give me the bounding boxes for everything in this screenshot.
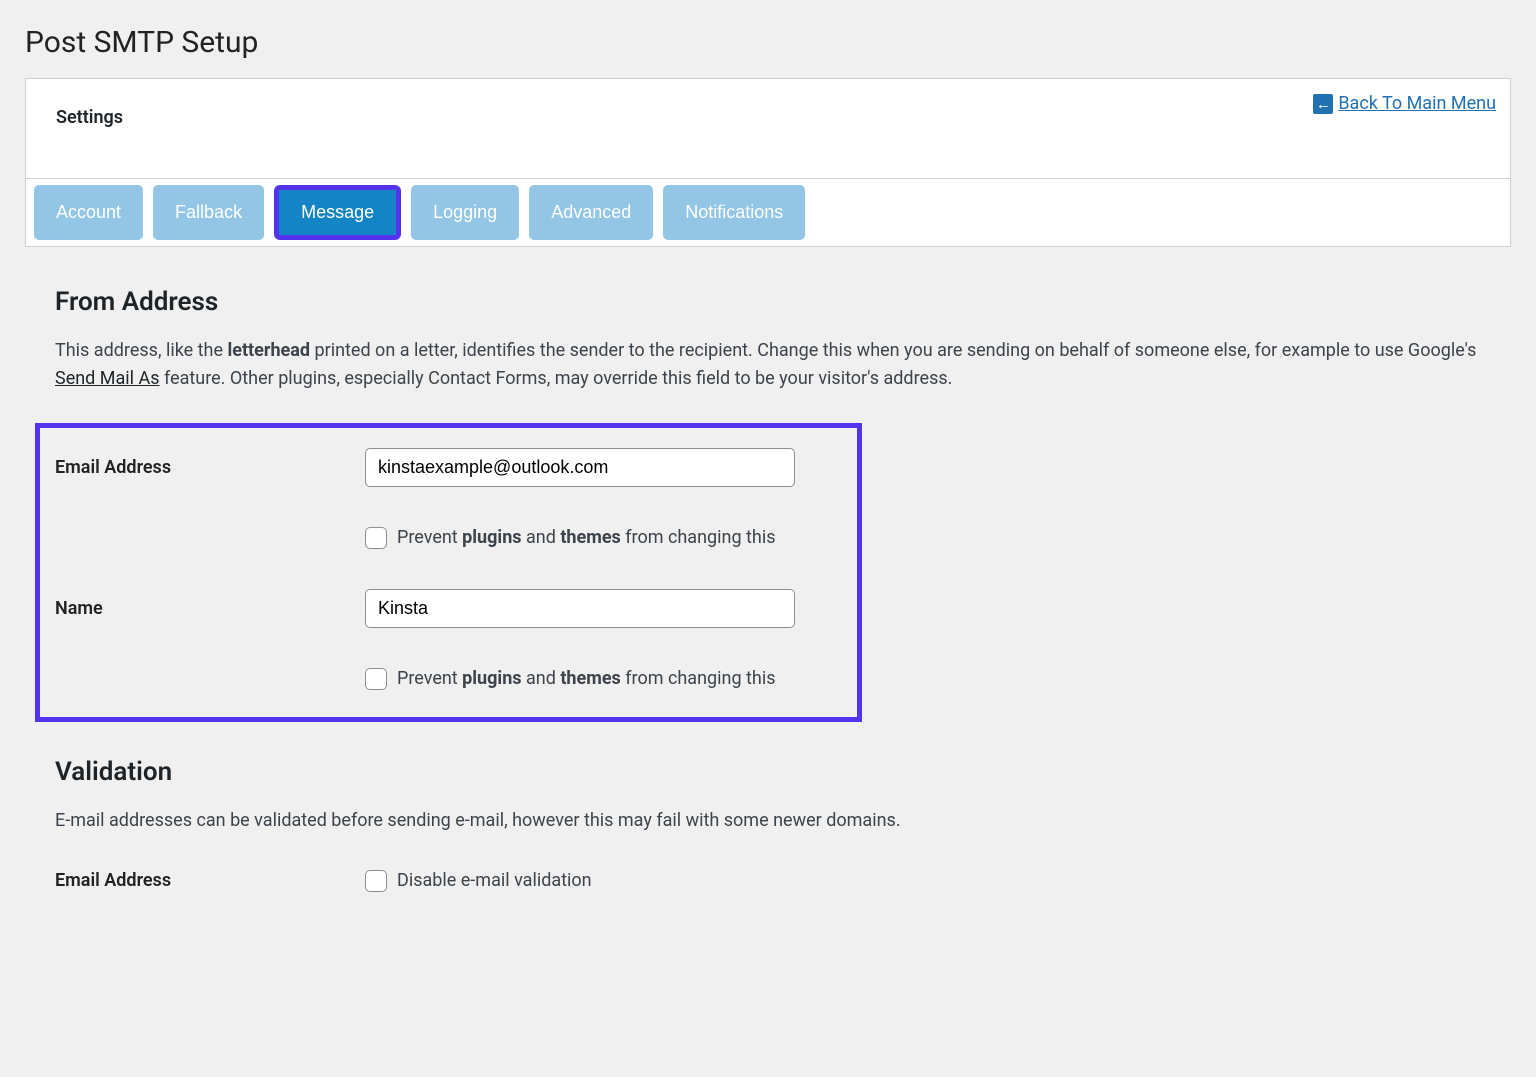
prevent-name-override-checkbox[interactable] <box>365 668 387 690</box>
disable-email-validation-label: Disable e-mail validation <box>397 870 592 891</box>
prevent-bold-themes: themes <box>560 668 620 689</box>
tabs-container: Account Fallback Message Logging Advance… <box>25 179 1511 247</box>
tab-logging[interactable]: Logging <box>411 185 519 240</box>
prevent-text: and <box>522 527 561 548</box>
back-to-main-menu-link[interactable]: ← Back To Main Menu <box>1313 93 1496 114</box>
desc-text: This address, like the <box>55 340 227 361</box>
prevent-name-override-label: Prevent plugins and themes from changing… <box>397 668 776 689</box>
name-label: Name <box>55 598 365 619</box>
name-row: Name <box>55 589 842 628</box>
settings-label: Settings <box>56 107 123 128</box>
prevent-text: Prevent <box>397 668 462 689</box>
disable-email-validation-checkbox[interactable] <box>365 870 387 892</box>
from-address-highlighted-group: Email Address Prevent plugins and themes… <box>35 423 862 722</box>
desc-bold-letterhead: letterhead <box>227 340 310 361</box>
validation-email-label: Email Address <box>55 870 365 891</box>
prevent-bold-plugins: plugins <box>462 527 521 548</box>
content-area: From Address This address, like the lett… <box>0 247 1536 912</box>
desc-text: printed on a letter, identifies the send… <box>310 340 1476 361</box>
prevent-text: Prevent <box>397 527 462 548</box>
tab-account[interactable]: Account <box>34 185 143 240</box>
prevent-email-override-row: Prevent plugins and themes from changing… <box>365 527 842 549</box>
tab-fallback[interactable]: Fallback <box>153 185 264 240</box>
prevent-email-override-checkbox[interactable] <box>365 527 387 549</box>
prevent-bold-plugins: plugins <box>462 668 521 689</box>
prevent-text: from changing this <box>621 668 776 689</box>
page-title: Post SMTP Setup <box>0 0 1536 78</box>
email-address-input[interactable] <box>365 448 795 487</box>
from-address-description: This address, like the letterhead printe… <box>55 337 1481 393</box>
settings-header-panel: ← Back To Main Menu Settings <box>25 78 1511 179</box>
prevent-text: and <box>522 668 561 689</box>
disable-validation-wrap: Disable e-mail validation <box>365 870 592 892</box>
prevent-bold-themes: themes <box>560 527 620 548</box>
tab-notifications[interactable]: Notifications <box>663 185 805 240</box>
send-mail-as-link[interactable]: Send Mail As <box>55 368 160 389</box>
prevent-email-override-label: Prevent plugins and themes from changing… <box>397 527 776 548</box>
validation-section: Validation E-mail addresses can be valid… <box>55 757 1481 892</box>
tab-message[interactable]: Message <box>279 190 396 235</box>
prevent-name-override-row: Prevent plugins and themes from changing… <box>365 668 842 690</box>
back-link-text[interactable]: Back To Main Menu <box>1338 93 1496 114</box>
validation-description: E-mail addresses can be validated before… <box>55 807 1481 835</box>
email-address-label: Email Address <box>55 457 365 478</box>
tab-message-highlight: Message <box>274 185 401 240</box>
back-arrow-icon: ← <box>1313 94 1333 114</box>
name-input[interactable] <box>365 589 795 628</box>
email-address-row: Email Address <box>55 448 842 487</box>
prevent-text: from changing this <box>621 527 776 548</box>
validation-heading: Validation <box>55 757 1481 787</box>
from-address-heading: From Address <box>55 287 1481 317</box>
desc-text: feature. Other plugins, especially Conta… <box>160 368 953 389</box>
validation-email-row: Email Address Disable e-mail validation <box>55 870 1481 892</box>
tab-advanced[interactable]: Advanced <box>529 185 653 240</box>
